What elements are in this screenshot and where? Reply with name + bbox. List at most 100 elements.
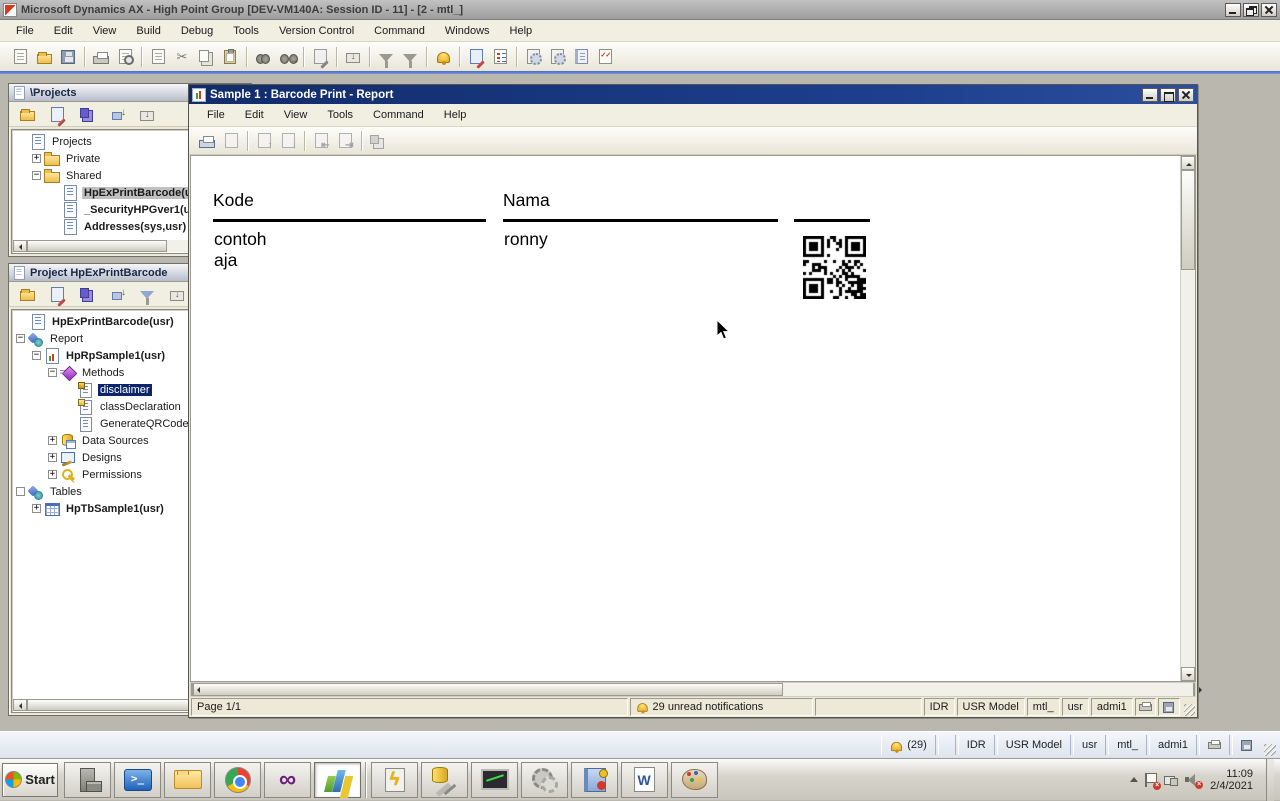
menu-debug[interactable]: Debug xyxy=(171,22,223,40)
report-maximize-button[interactable] xyxy=(1160,88,1176,102)
status-segment-idr[interactable]: IDR xyxy=(924,698,955,716)
network-icon[interactable] xyxy=(1164,774,1178,786)
menu-windows[interactable]: Windows xyxy=(435,22,500,40)
open-project-button[interactable] xyxy=(15,282,39,306)
menu-command[interactable]: Command xyxy=(364,22,435,40)
menu-file[interactable]: File xyxy=(6,22,44,40)
copy-button[interactable] xyxy=(194,45,218,69)
volume-muted-icon[interactable]: × xyxy=(1185,774,1199,786)
menu-help[interactable]: Help xyxy=(434,106,477,124)
menu-edit[interactable]: Edit xyxy=(44,22,83,40)
taskbar-button-powershell[interactable] xyxy=(114,762,161,798)
status-segment-usr-model[interactable]: USR Model xyxy=(957,698,1025,716)
database-status[interactable] xyxy=(1232,735,1260,755)
menu-command[interactable]: Command xyxy=(363,106,434,124)
form-view-button[interactable] xyxy=(45,282,69,306)
scroll-up-button[interactable] xyxy=(1181,156,1195,170)
minimize-button[interactable] xyxy=(1225,3,1241,17)
output-list-button[interactable] xyxy=(488,45,512,69)
menu-view[interactable]: View xyxy=(274,106,318,124)
scroll-right-button[interactable] xyxy=(1193,683,1195,696)
form-browser-button[interactable] xyxy=(308,45,332,69)
status-segment-usr[interactable]: usr xyxy=(1062,698,1089,716)
notifications-button[interactable] xyxy=(431,45,455,69)
expand-icon[interactable]: + xyxy=(48,470,57,479)
resize-grip[interactable] xyxy=(1264,744,1276,756)
taskbar-button-performance-monitor[interactable] xyxy=(471,762,518,798)
close-button[interactable] xyxy=(1261,3,1277,17)
new-document-button[interactable] xyxy=(8,45,32,69)
collapse-icon[interactable]: − xyxy=(32,351,41,360)
status-segment-usr[interactable]: usr xyxy=(1073,735,1106,755)
action-center-icon[interactable]: × xyxy=(1145,773,1157,787)
taskbar-button-sql-config[interactable] xyxy=(371,762,418,798)
import-node-button[interactable] xyxy=(165,282,189,306)
database-status[interactable] xyxy=(1158,698,1179,716)
filter-button[interactable] xyxy=(374,45,398,69)
form-view-button[interactable] xyxy=(45,102,69,126)
collapse-icon[interactable]: − xyxy=(48,368,57,377)
find-next-button[interactable] xyxy=(275,45,299,69)
status-segment-admi1[interactable]: admi1 xyxy=(1149,735,1197,755)
report-window-title-bar[interactable]: Sample 1 : Barcode Print - Report xyxy=(189,85,1197,104)
expand-icon[interactable]: + xyxy=(32,154,41,163)
scroll-left-button[interactable] xyxy=(13,699,27,711)
show-desktop-button[interactable] xyxy=(1266,759,1274,801)
import-node-button[interactable] xyxy=(135,102,159,126)
filter-node-button[interactable] xyxy=(135,282,159,306)
collapse-icon[interactable]: − xyxy=(32,171,41,180)
start-button[interactable]: Start xyxy=(2,763,58,797)
taskbar-button-word[interactable] xyxy=(621,762,668,798)
printer-status[interactable] xyxy=(1199,735,1230,755)
menu-file[interactable]: File xyxy=(197,106,235,124)
edit-properties-button[interactable] xyxy=(464,45,488,69)
report-horizontal-scrollbar[interactable] xyxy=(190,682,1196,697)
taskbar-button-server-manager[interactable] xyxy=(64,762,111,798)
taskbar-button-chrome[interactable] xyxy=(214,762,261,798)
status-segment-usr-model[interactable]: USR Model xyxy=(997,735,1071,755)
status-segment-mtl[interactable]: mtl_ xyxy=(1027,698,1060,716)
filter-remove-button[interactable] xyxy=(398,45,422,69)
status-segment-idr[interactable]: IDR xyxy=(958,735,995,755)
scroll-left-button[interactable] xyxy=(13,240,27,252)
code-notes-button[interactable] xyxy=(569,45,593,69)
taskbar-button-services[interactable] xyxy=(521,762,568,798)
notification-count[interactable]: (29) xyxy=(881,735,936,755)
previous-page-button[interactable] xyxy=(252,129,276,153)
clock[interactable]: 11:09 2/4/2021 xyxy=(1206,768,1253,792)
restore-button[interactable] xyxy=(1243,3,1259,17)
menu-build[interactable]: Build xyxy=(126,22,170,40)
cut-button[interactable]: ✂ xyxy=(170,45,194,69)
report-close-button[interactable] xyxy=(1178,88,1194,102)
open-button[interactable] xyxy=(32,45,56,69)
taskbar-button-file-explorer[interactable] xyxy=(164,762,211,798)
notifications-status[interactable]: 29 unread notifications xyxy=(630,698,814,716)
export-node-button[interactable] xyxy=(105,102,129,126)
menu-version-control[interactable]: Version Control xyxy=(269,22,364,40)
taskbar-button-dynamics-ax[interactable] xyxy=(314,762,361,798)
menu-tools[interactable]: Tools xyxy=(223,22,269,40)
last-page-button[interactable] xyxy=(333,129,357,153)
menu-edit[interactable]: Edit xyxy=(235,106,274,124)
menu-tools[interactable]: Tools xyxy=(317,106,363,124)
print-button[interactable] xyxy=(89,45,113,69)
print-preview-button[interactable] xyxy=(113,45,137,69)
zoom-button[interactable] xyxy=(366,129,390,153)
report-minimize-button[interactable] xyxy=(1142,88,1158,102)
scroll-thumb[interactable] xyxy=(27,240,167,252)
expand-tray-icon[interactable] xyxy=(1130,773,1138,782)
export-node-button[interactable] xyxy=(105,282,129,306)
scroll-thumb[interactable] xyxy=(193,683,783,696)
menu-view[interactable]: View xyxy=(83,22,127,40)
expand-icon[interactable]: + xyxy=(48,453,57,462)
report-vertical-scrollbar[interactable] xyxy=(1180,156,1195,681)
layer-compare-button[interactable] xyxy=(75,102,99,126)
scroll-thumb[interactable] xyxy=(1181,170,1195,270)
export-report-button[interactable] xyxy=(219,129,243,153)
first-page-button[interactable] xyxy=(309,129,333,153)
taskbar-button-event-viewer[interactable] xyxy=(571,762,618,798)
expand-icon[interactable]: + xyxy=(48,436,57,445)
expand-icon[interactable]: + xyxy=(32,504,41,513)
taskbar-button-database-tools[interactable] xyxy=(421,762,468,798)
collapse-icon[interactable]: − xyxy=(16,334,25,343)
